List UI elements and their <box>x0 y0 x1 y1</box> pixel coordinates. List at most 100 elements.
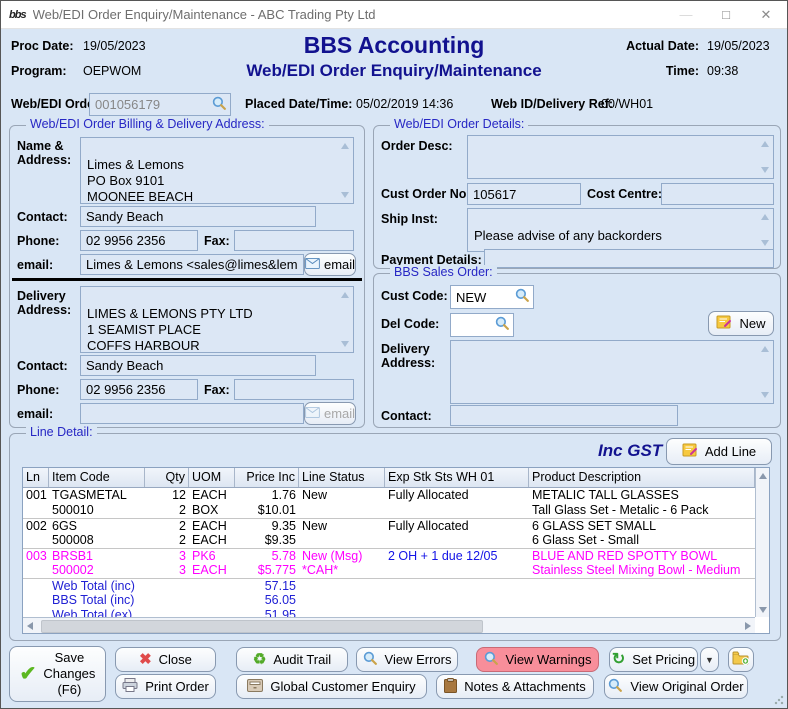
table-cell: BBS Total (inc) <box>49 593 145 608</box>
cust-order-no-input[interactable]: 105617 <box>467 183 581 205</box>
billing-email-label: email: <box>17 258 53 272</box>
recycle-icon: ♻ <box>253 652 266 667</box>
view-original-order-button[interactable]: View Original Order <box>604 674 748 699</box>
table-cell <box>299 579 385 593</box>
bbs-delivery-address-textarea[interactable] <box>450 340 774 404</box>
set-pricing-button[interactable]: ↻ Set Pricing <box>609 647 698 672</box>
resize-grip[interactable] <box>774 695 784 705</box>
total-row[interactable]: BBS Total (inc)56.05 <box>23 593 755 608</box>
scroll-down-icon[interactable] <box>759 607 767 613</box>
table-row[interactable]: 5000082EACH$9.356 Glass Set - Small <box>23 533 755 548</box>
refresh-icon: ↻ <box>612 652 625 668</box>
web-id-value: 00/WH01 <box>601 97 653 111</box>
billing-email-input[interactable]: Limes & Lemons <sales@limes&lem <box>80 254 304 275</box>
table-cell: 3 <box>145 563 189 578</box>
bbs-contact-input[interactable] <box>450 405 678 426</box>
scroll-up-icon[interactable] <box>759 473 767 479</box>
line-detail-group: Line Detail: Inc GST Add Line LnItem Cod… <box>9 433 781 641</box>
scroll-up-icon[interactable] <box>341 143 349 149</box>
table-cell <box>23 533 49 548</box>
time-label: Time: <box>626 64 699 78</box>
table-cell: 003 <box>23 549 49 563</box>
vertical-scrollbar[interactable] <box>755 468 769 617</box>
billing-fax-input[interactable] <box>234 230 354 251</box>
cust-code-input[interactable]: NEW <box>450 285 534 309</box>
table-cell <box>299 503 385 518</box>
payment-details-input[interactable] <box>484 249 774 268</box>
close-button[interactable]: ✖ Close <box>115 647 216 672</box>
table-row[interactable]: 5000102BOX$10.01Tall Glass Set - Metalic… <box>23 503 755 518</box>
scroll-up-icon[interactable] <box>761 346 769 352</box>
window-title: Web/EDI Order Enquiry/Maintenance - ABC … <box>33 7 376 22</box>
search-icon[interactable] <box>212 96 227 114</box>
billing-contact-input[interactable]: Sandy Beach <box>80 206 316 227</box>
billing-contact-label: Contact: <box>17 210 68 224</box>
ship-inst-textarea[interactable]: Please advise of any backorders <box>467 208 774 252</box>
web-edi-order-input[interactable]: 001056179 <box>89 93 231 116</box>
search-icon[interactable] <box>515 288 530 306</box>
billing-email-button[interactable]: email <box>304 253 356 276</box>
scroll-up-icon[interactable] <box>341 292 349 298</box>
total-row[interactable]: Web Total (inc) 57.15 <box>23 578 755 593</box>
table-row[interactable]: 003BRSB13PK65.78New (Msg)2 OH + 1 due 12… <box>23 548 755 563</box>
order-desc-textarea[interactable] <box>467 135 774 179</box>
delivery-phone-label: Phone: <box>17 383 59 397</box>
scroll-down-icon[interactable] <box>761 392 769 398</box>
delivery-phone-input[interactable]: 02 9956 2356 <box>80 379 198 400</box>
notes-attachments-button[interactable]: Notes & Attachments <box>436 674 594 699</box>
table-row[interactable]: 001TGASMETAL12EACH1.76NewFully Allocated… <box>23 488 755 503</box>
minimize-icon: — <box>679 7 693 22</box>
table-cell: New (Msg) <box>299 549 385 563</box>
scroll-left-icon[interactable] <box>27 622 33 630</box>
scrollbar-thumb[interactable] <box>41 620 483 633</box>
scroll-down-icon[interactable] <box>341 341 349 347</box>
table-row[interactable]: 0026GS2EACH9.35NewFully Allocated6 GLASS… <box>23 518 755 533</box>
scroll-right-icon[interactable] <box>745 622 751 630</box>
table-cell: Tall Glass Set - Metalic - 6 Pack <box>529 503 755 518</box>
table-cell: 12 <box>145 488 189 503</box>
global-customer-enquiry-button[interactable]: Global Customer Enquiry <box>236 674 427 699</box>
actual-date-value: 19/05/2023 <box>707 39 779 53</box>
table-cell: 500002 <box>49 563 145 578</box>
bbs-sales-order-group: BBS Sales Order: Cust Code: NEW Del Code… <box>373 273 781 428</box>
delivery-address-textarea[interactable]: LIMES & LEMONS PTY LTD 1 SEAMIST PLACE C… <box>80 286 354 353</box>
save-changes-button[interactable]: ✔ Save Changes (F6) <box>9 646 106 702</box>
table-row[interactable]: 5000023EACH$5.775*CAH*Stainless Steel Mi… <box>23 563 755 578</box>
bbs-sales-order-group-title: BBS Sales Order: <box>390 265 497 279</box>
column-header: Item Code <box>49 468 145 487</box>
delivery-email-input[interactable] <box>80 403 304 424</box>
horizontal-scrollbar[interactable] <box>23 617 755 633</box>
order-details-group: Web/EDI Order Details: Order Desc: Cust … <box>373 125 781 269</box>
print-order-button[interactable]: Print Order <box>115 674 216 699</box>
scroll-up-icon[interactable] <box>761 141 769 147</box>
set-pricing-dropdown-button[interactable]: ▼ <box>700 647 719 672</box>
add-line-button[interactable]: Add Line <box>666 438 772 465</box>
view-warnings-button[interactable]: View Warnings <box>476 647 599 672</box>
new-button[interactable]: New <box>708 311 774 336</box>
table-cell: 1.76 <box>235 488 299 503</box>
table-cell: New <box>299 488 385 503</box>
del-code-input[interactable] <box>450 313 514 337</box>
billing-phone-input[interactable]: 02 9956 2356 <box>80 230 198 251</box>
scroll-down-icon[interactable] <box>761 240 769 246</box>
audit-trail-button[interactable]: ♻ Audit Trail <box>236 647 348 672</box>
delivery-email-button[interactable]: email <box>304 402 356 425</box>
delivery-contact-input[interactable]: Sandy Beach <box>80 355 316 376</box>
close-icon[interactable]: ✕ <box>759 7 773 23</box>
scroll-down-icon[interactable] <box>761 167 769 173</box>
scroll-up-icon[interactable] <box>761 214 769 220</box>
card-file-icon <box>247 679 263 695</box>
search-icon[interactable] <box>495 316 510 334</box>
maximize-icon[interactable]: □ <box>719 7 733 22</box>
scroll-down-icon[interactable] <box>341 192 349 198</box>
view-errors-button[interactable]: View Errors <box>356 647 458 672</box>
cost-centre-input[interactable] <box>661 183 774 205</box>
order-details-group-title: Web/EDI Order Details: <box>390 117 528 131</box>
table-cell: Web Total (inc) <box>49 579 145 593</box>
name-address-label: Name & Address: <box>17 139 77 167</box>
total-row[interactable]: Web Total (ex)51.95 <box>23 608 755 617</box>
delivery-fax-input[interactable] <box>234 379 354 400</box>
billing-address-textarea[interactable]: Limes & Lemons PO Box 9101 MOONEE BEACH … <box>80 137 354 204</box>
add-folder-button[interactable] <box>728 647 754 672</box>
table-cell: 57.15 <box>235 579 299 593</box>
